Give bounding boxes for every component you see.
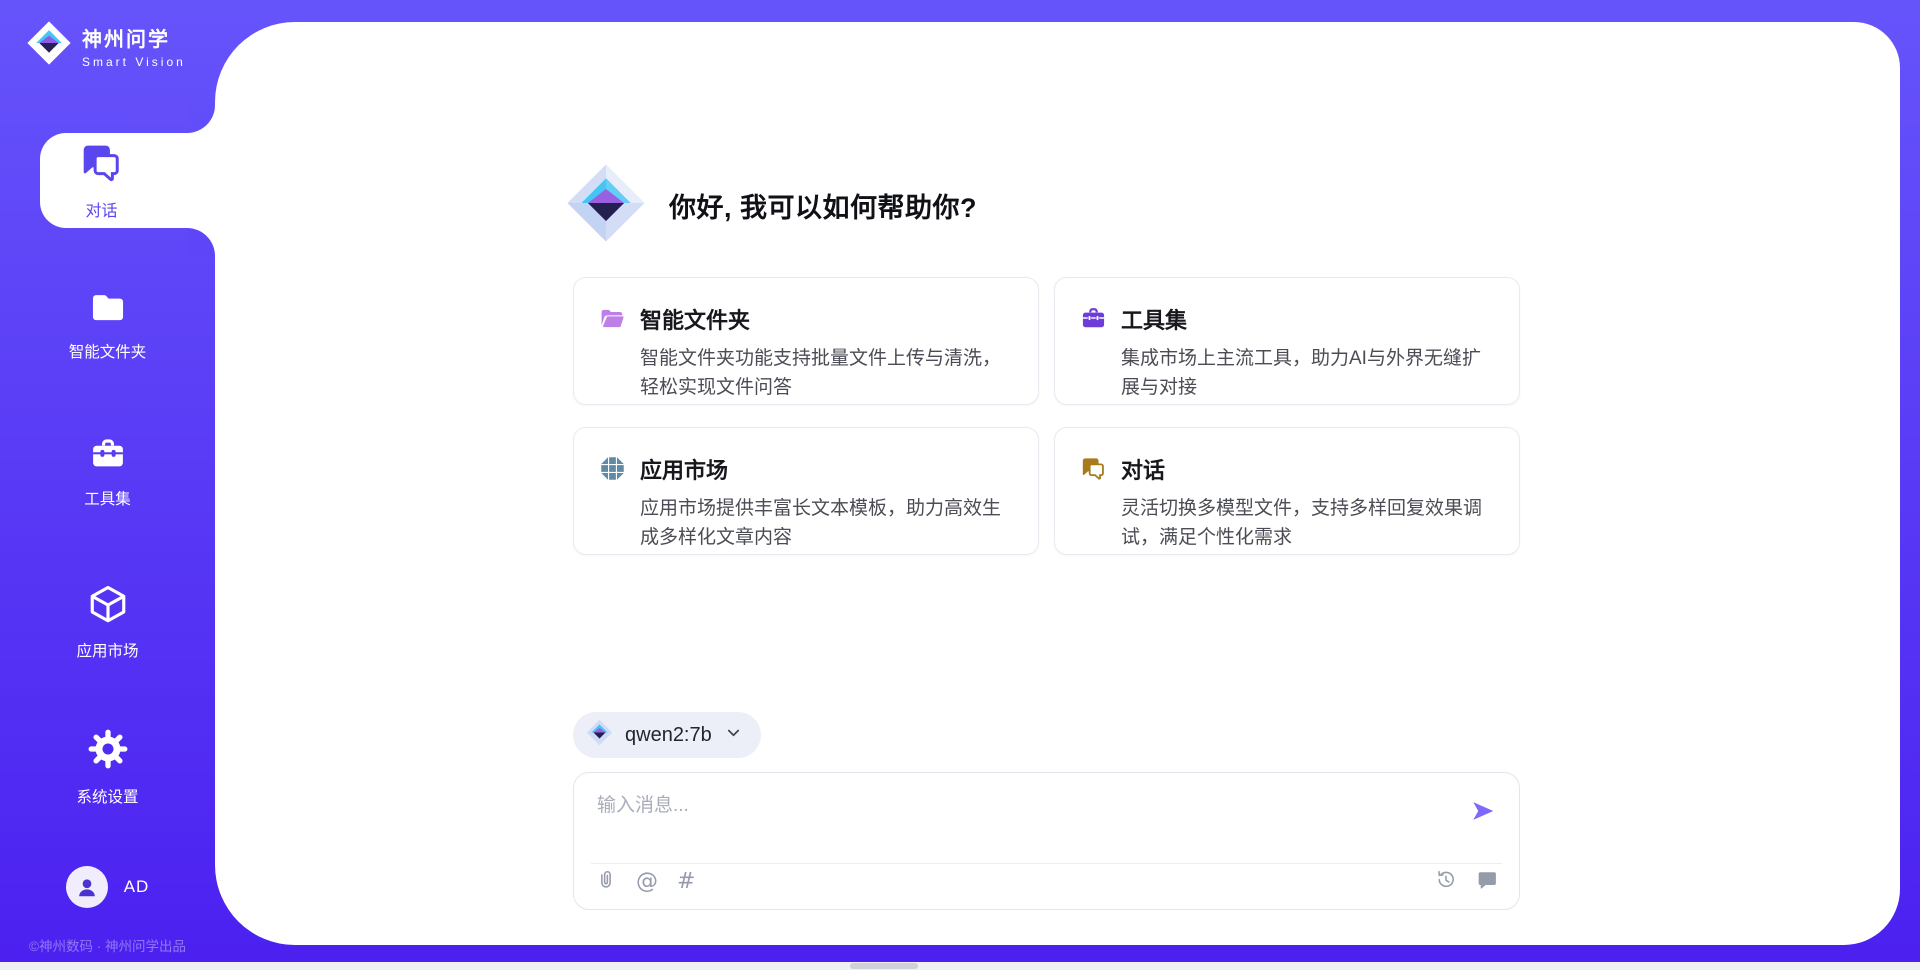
brand-text: 神州问学 Smart Vision xyxy=(82,23,186,69)
chat-bubble-icon xyxy=(1476,869,1498,894)
model-selector[interactable]: qwen2:7b xyxy=(573,712,761,758)
card-title: 智能文件夹 xyxy=(640,303,1012,335)
sidebar-item-app-market[interactable]: 应用市场 xyxy=(0,583,215,661)
message-input[interactable] xyxy=(597,790,1447,848)
brand-name: 神州问学 xyxy=(82,23,186,52)
brand-diamond-logo xyxy=(565,162,647,249)
sidebar-item-label: 工具集 xyxy=(84,487,131,509)
open-folder-icon xyxy=(599,305,626,404)
brand: 神州问学 Smart Vision xyxy=(26,20,186,71)
user-profile[interactable]: AD xyxy=(0,866,215,908)
card-description: 应用市场提供丰富长文本模板，助力高效生成多样化文章内容 xyxy=(640,494,1012,552)
toolbox-icon xyxy=(1080,305,1107,404)
send-button[interactable] xyxy=(1470,798,1496,824)
card-description: 智能文件夹功能支持批量文件上传与清洗，轻松实现文件问答 xyxy=(640,344,1012,402)
scrollbar-thumb[interactable] xyxy=(850,963,918,969)
card-body: 应用市场 应用市场提供丰富长文本模板，助力高效生成多样化文章内容 xyxy=(640,453,1012,554)
chat-icon xyxy=(1080,455,1107,554)
attach-file-button[interactable] xyxy=(595,869,617,894)
composer-toolbar: @ # xyxy=(595,869,1498,894)
main-panel: 你好, 我可以如何帮助你? 智能文件夹 智能文件夹功能支持批量文件上传与清洗，轻… xyxy=(215,22,1900,945)
chat-home-content: 你好, 我可以如何帮助你? 智能文件夹 智能文件夹功能支持批量文件上传与清洗，轻… xyxy=(573,22,1520,945)
cube-icon xyxy=(87,583,129,630)
at-icon: @ xyxy=(636,869,658,894)
message-composer: @ # xyxy=(573,772,1520,910)
card-toolset[interactable]: 工具集 集成市场上主流工具，助力AI与外界无缝扩展与对接 xyxy=(1054,277,1520,405)
card-body: 对话 灵活切换多模型文件，支持多样回复效果调试，满足个性化需求 xyxy=(1121,453,1493,554)
user-name: AD xyxy=(124,877,150,897)
sidebar-item-toolset[interactable]: 工具集 xyxy=(0,435,215,509)
sidebar-item-label: 对话 xyxy=(85,197,117,221)
card-body: 工具集 集成市场上主流工具，助力AI与外界无缝扩展与对接 xyxy=(1121,303,1493,404)
card-description: 集成市场上主流工具，助力AI与外界无缝扩展与对接 xyxy=(1121,344,1493,402)
brand-subtitle: Smart Vision xyxy=(82,55,186,69)
card-description: 灵活切换多模型文件，支持多样回复效果调试，满足个性化需求 xyxy=(1121,494,1493,552)
topic-button[interactable]: # xyxy=(677,869,695,894)
sidebar: 神州问学 Smart Vision 对话 智能文件夹 xyxy=(0,0,215,970)
model-name: qwen2:7b xyxy=(625,724,712,747)
composer-divider xyxy=(591,863,1502,864)
greeting-block: 你好, 我可以如何帮助你? xyxy=(565,162,977,249)
grid-icon xyxy=(599,455,626,554)
chevron-down-icon xyxy=(724,723,743,747)
history-button[interactable] xyxy=(1435,869,1457,894)
copyright-text: ©神州数码 · 神州问学出品 xyxy=(0,935,215,955)
new-chat-button[interactable] xyxy=(1476,869,1498,894)
card-app-market[interactable]: 应用市场 应用市场提供丰富长文本模板，助力高效生成多样化文章内容 xyxy=(573,427,1039,555)
sidebar-item-smart-folder[interactable]: 智能文件夹 xyxy=(0,288,215,362)
sidebar-item-chat[interactable]: 对话 xyxy=(40,133,215,228)
sidebar-item-settings[interactable]: 系统设置 xyxy=(0,727,215,807)
brand-diamond-logo xyxy=(26,20,72,71)
active-tab-curve-top xyxy=(187,105,215,133)
toolbox-icon xyxy=(89,435,127,478)
hash-icon: # xyxy=(677,869,695,894)
card-body: 智能文件夹 智能文件夹功能支持批量文件上传与清洗，轻松实现文件问答 xyxy=(640,303,1012,404)
feature-cards: 智能文件夹 智能文件夹功能支持批量文件上传与清洗，轻松实现文件问答 工具集 xyxy=(573,277,1520,555)
card-title: 对话 xyxy=(1121,453,1493,485)
avatar xyxy=(66,866,108,908)
paperclip-icon xyxy=(595,869,617,894)
active-tab-curve-bottom xyxy=(187,228,215,256)
sidebar-item-label: 智能文件夹 xyxy=(69,340,147,362)
horizontal-scrollbar[interactable] xyxy=(0,962,1920,970)
card-title: 工具集 xyxy=(1121,303,1493,335)
greeting-title: 你好, 我可以如何帮助你? xyxy=(669,186,977,225)
model-diamond-icon xyxy=(586,719,613,751)
chat-icon xyxy=(79,140,124,190)
history-icon xyxy=(1435,869,1457,894)
send-icon xyxy=(1470,812,1496,827)
folder-icon xyxy=(89,288,127,331)
sidebar-item-label: 系统设置 xyxy=(76,785,138,807)
card-chat[interactable]: 对话 灵活切换多模型文件，支持多样回复效果调试，满足个性化需求 xyxy=(1054,427,1520,555)
card-smart-folder[interactable]: 智能文件夹 智能文件夹功能支持批量文件上传与清洗，轻松实现文件问答 xyxy=(573,277,1039,405)
gear-icon xyxy=(86,727,130,776)
card-title: 应用市场 xyxy=(640,453,1012,485)
sidebar-item-label: 应用市场 xyxy=(76,639,138,661)
mention-button[interactable]: @ xyxy=(636,869,658,894)
